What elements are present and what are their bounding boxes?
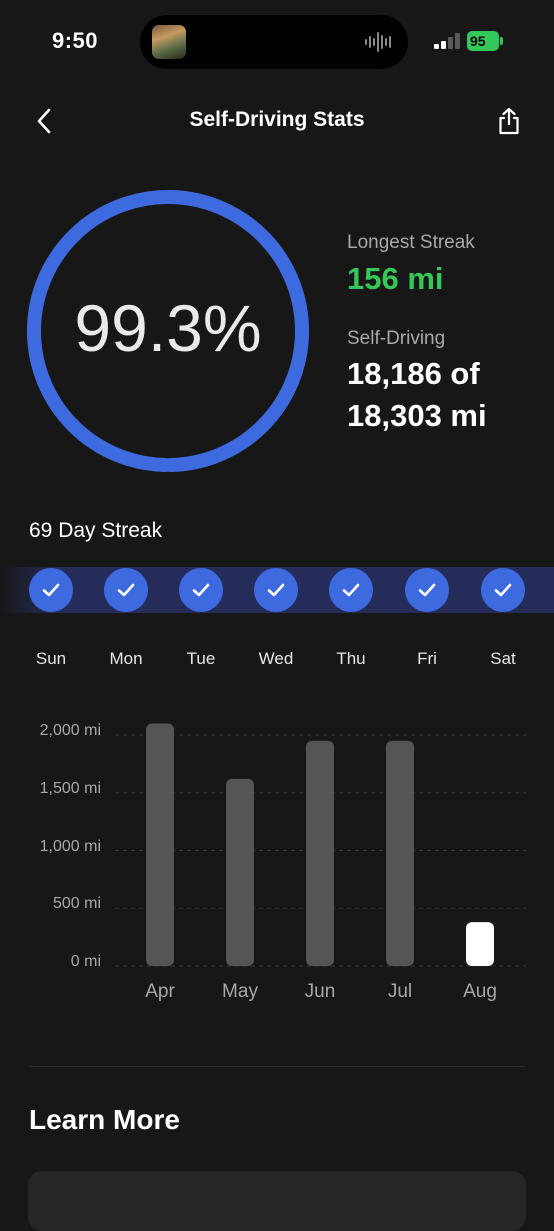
day-check-tue	[179, 568, 223, 612]
page-title: Self-Driving Stats	[189, 108, 365, 131]
day-label-wed: Wed	[258, 649, 294, 668]
bar-jun[interactable]	[306, 740, 334, 966]
y-tick-label: 1,500 mi	[39, 779, 101, 797]
x-tick-label-apr: Apr	[145, 981, 175, 1002]
day-check-sat	[481, 568, 525, 612]
y-tick-label: 500 mi	[52, 895, 101, 913]
day-check-mon	[104, 568, 148, 612]
x-tick-label-aug: Aug	[463, 981, 497, 1002]
y-tick-label: 1,000 mi	[39, 837, 101, 855]
bar-apr[interactable]	[146, 723, 174, 966]
x-tick-label-jun: Jun	[304, 981, 336, 1002]
cellular-signal-icon	[434, 33, 460, 49]
day-check-thu	[329, 568, 373, 612]
checkmark-icon	[418, 583, 436, 597]
y-tick-label: 2,000 mi	[39, 722, 101, 739]
learn-more-card[interactable]	[28, 1171, 526, 1231]
section-divider	[29, 1066, 525, 1067]
day-streak-title: 69 Day Streak	[29, 519, 163, 542]
self-driving-miles: 18,186 of	[347, 356, 480, 391]
checkmark-icon	[192, 583, 210, 597]
learn-more-heading: Learn More	[29, 1104, 180, 1135]
y-tick-label: 0 mi	[70, 953, 101, 970]
day-label-sun: Sun	[35, 649, 67, 668]
day-check-sun	[29, 568, 73, 612]
x-tick-label-jul: Jul	[387, 981, 413, 1002]
battery-level: 95	[467, 31, 499, 51]
checkmark-icon	[42, 583, 60, 597]
day-label-thu: Thu	[336, 649, 366, 668]
status-time: 9:50	[52, 28, 99, 53]
share-icon[interactable]	[494, 106, 524, 136]
audio-waveform-icon	[365, 32, 391, 52]
day-label-sat: Sat	[490, 649, 516, 668]
bar-may[interactable]	[226, 778, 254, 966]
checkmark-icon	[342, 583, 360, 597]
now-playing-artwork[interactable]	[152, 25, 186, 59]
day-check-wed	[254, 568, 298, 612]
checkmark-icon	[117, 583, 135, 597]
day-label-fri: Fri	[417, 649, 437, 668]
checkmark-icon	[267, 583, 285, 597]
checkmark-icon	[494, 583, 512, 597]
battery-icon: 95	[467, 31, 503, 51]
self-driving-label: Self-Driving	[347, 328, 446, 349]
day-check-fri	[405, 568, 449, 612]
total-miles: 18,303 mi	[347, 398, 487, 433]
longest-streak-label: Longest Streak	[347, 232, 475, 253]
self-driving-percent: 99.3%	[74, 291, 262, 365]
x-tick-label-may: May	[222, 981, 258, 1002]
bar-jul[interactable]	[386, 740, 414, 966]
day-label-tue: Tue	[186, 649, 216, 668]
longest-streak-value: 156 mi	[347, 261, 444, 296]
day-label-mon: Mon	[109, 649, 143, 668]
bar-aug[interactable]	[466, 922, 494, 966]
